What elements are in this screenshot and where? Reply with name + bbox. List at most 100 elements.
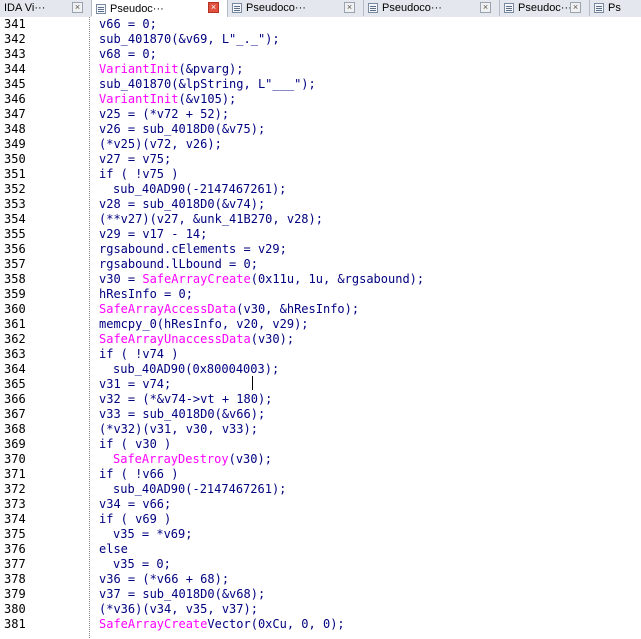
line-number: 366 — [4, 392, 26, 406]
code-line[interactable]: 361 memcpy_0(hResInfo, v20, v29); — [0, 317, 641, 332]
code-text: VariantInit(&pvarg); — [99, 62, 244, 76]
code-line[interactable]: 342 sub_401870(&v69, L"_._"); — [0, 32, 641, 47]
code-line[interactable]: 363 if ( !v74 ) — [0, 347, 641, 362]
code-line[interactable]: 368 (*v32)(v31, v30, v33); — [0, 422, 641, 437]
tab-pseudocode-1[interactable]: Pseudoc··· × — [92, 0, 228, 17]
pseudocode-icon — [96, 4, 106, 14]
code-line[interactable]: 345 sub_401870(&lpString, L"___"); — [0, 77, 641, 92]
code-line[interactable]: 376 else — [0, 542, 641, 557]
line-number: 367 — [4, 407, 26, 421]
code-line[interactable]: 360 SafeArrayAccessData(v30, &hResInfo); — [0, 302, 641, 317]
code-text: hResInfo = 0; — [99, 287, 193, 301]
code-text: (**v27)(v27, &unk_41B270, v28); — [99, 212, 323, 226]
line-number: 372 — [4, 482, 26, 496]
code-text: rgsabound.cElements = v29; — [99, 242, 287, 256]
code-text: v66 = 0; — [99, 17, 157, 31]
code-line[interactable]: 366 v32 = (*&v74->vt + 180); — [0, 392, 641, 407]
close-tab-icon[interactable]: × — [72, 2, 83, 13]
line-number: 368 — [4, 422, 26, 436]
line-number: 354 — [4, 212, 26, 226]
tab-pseudocode-3[interactable]: Pseudoco··· × — [364, 0, 500, 16]
code-text: v27 = v75; — [99, 152, 172, 166]
line-number: 359 — [4, 287, 26, 301]
code-line[interactable]: 351 if ( !v75 ) — [0, 167, 641, 182]
line-number: 343 — [4, 47, 26, 61]
code-text: sub_401870(&v69, L"_._"); — [99, 32, 280, 46]
code-line[interactable]: 378 v36 = (*v66 + 68); — [0, 572, 641, 587]
line-number: 381 — [4, 617, 26, 631]
code-line[interactable]: 358 v30 = SafeArrayCreate(0x11u, 1u, &rgs… — [0, 272, 641, 287]
code-line[interactable]: 380 (*v36)(v34, v35, v37); — [0, 602, 641, 617]
code-line[interactable]: 367 v33 = sub_4018D0(&v66); — [0, 407, 641, 422]
close-tab-icon[interactable]: × — [480, 2, 491, 13]
pseudocode-editor[interactable]: 341 v66 = 0; 342 sub_401870(&v69, L"_._"); 3… — [0, 17, 641, 639]
code-line[interactable]: 381 SafeArrayCreateVector(0xCu, 0, 0); — [0, 617, 641, 632]
code-text: if ( !v66 ) — [99, 467, 179, 481]
code-line[interactable]: 357 rgsabound.lLbound = 0; — [0, 257, 641, 272]
code-line[interactable]: 346 VariantInit(&v105); — [0, 92, 641, 107]
code-line[interactable]: 350 v27 = v75; — [0, 152, 641, 167]
code-line[interactable]: 370 SafeArrayDestroy(v30); — [0, 452, 641, 467]
code-line[interactable]: 375 v35 = *v69; — [0, 527, 641, 542]
tab-pseudocode-5[interactable]: Ps — [590, 0, 641, 16]
pseudocode-icon — [504, 3, 514, 13]
code-text: if ( v69 ) — [99, 512, 172, 526]
code-line[interactable]: 343 v68 = 0; — [0, 47, 641, 62]
line-number: 344 — [4, 62, 26, 76]
code-text: SafeArrayDestroy(v30); — [113, 452, 272, 466]
code-line[interactable]: 354 (**v27)(v27, &unk_41B270, v28); — [0, 212, 641, 227]
code-text: sub_40AD90(0x80004003); — [113, 362, 280, 376]
line-number: 358 — [4, 272, 26, 286]
code-line[interactable]: 348 v26 = sub_4018D0(&v75); — [0, 122, 641, 137]
code-line[interactable]: 369 if ( v30 ) — [0, 437, 641, 452]
code-text: v68 = 0; — [99, 47, 157, 61]
code-line[interactable]: 344 VariantInit(&pvarg); — [0, 62, 641, 77]
line-number: 345 — [4, 77, 26, 91]
line-number: 371 — [4, 467, 26, 481]
code-line[interactable]: 373 v34 = v66; — [0, 497, 641, 512]
close-tab-icon[interactable]: × — [208, 2, 219, 13]
line-number: 349 — [4, 137, 26, 151]
code-line[interactable]: 355 v29 = v17 - 14; — [0, 227, 641, 242]
line-number: 375 — [4, 527, 26, 541]
tab-pseudocode-2[interactable]: Pseudoco··· × — [228, 0, 364, 16]
code-text: else — [99, 542, 128, 556]
code-text: v29 = v17 - 14; — [99, 227, 208, 241]
line-number: 370 — [4, 452, 26, 466]
line-number: 348 — [4, 122, 26, 136]
tab-bar: IDA Vi··· × Pseudoc··· × Pseudoco··· × Pseudoc… — [0, 0, 641, 18]
line-number: 341 — [4, 17, 26, 31]
code-line[interactable]: 356 rgsabound.cElements = v29; — [0, 242, 641, 257]
close-tab-icon[interactable]: × — [344, 2, 355, 13]
code-line[interactable]: 353 v28 = sub_4018D0(&v74); — [0, 197, 641, 212]
code-line[interactable]: 379 v37 = sub_4018D0(&v68); — [0, 587, 641, 602]
code-text: (*v36)(v34, v35, v37); — [99, 602, 258, 616]
code-text: sub_40AD90(-2147467261); — [113, 182, 287, 196]
code-line[interactable]: 374 if ( v69 ) — [0, 512, 641, 527]
code-text: v25 = (*v72 + 52); — [99, 107, 230, 121]
code-text: v28 = sub_4018D0(&v74); — [99, 197, 266, 211]
code-line[interactable]: 341 v66 = 0; — [0, 17, 641, 32]
tab-ida-view[interactable]: IDA Vi··· × — [0, 0, 92, 16]
tab-label: Ps — [608, 2, 621, 14]
line-number: 373 — [4, 497, 26, 511]
code-line[interactable]: 349 (*v25)(v72, v26); — [0, 137, 641, 152]
code-line[interactable]: 365 v31 = v74; — [0, 377, 641, 392]
code-line[interactable]: 359 hResInfo = 0; — [0, 287, 641, 302]
line-number: 351 — [4, 167, 26, 181]
code-text: v34 = v66; — [99, 497, 172, 511]
code-text: sub_401870(&lpString, L"___"); — [99, 77, 316, 91]
line-number: 379 — [4, 587, 26, 601]
code-text: SafeArrayCreateVector(0xCu, 0, 0); — [99, 617, 345, 631]
code-text: v35 = *v69; — [113, 527, 193, 541]
code-line[interactable]: 372 sub_40AD90(-2147467261); — [0, 482, 641, 497]
code-line[interactable]: 364 sub_40AD90(0x80004003); — [0, 362, 641, 377]
close-tab-icon[interactable]: × — [570, 2, 581, 13]
code-line[interactable]: 371 if ( !v66 ) — [0, 467, 641, 482]
code-line[interactable]: 362 SafeArrayUnaccessData(v30); — [0, 332, 641, 347]
code-line[interactable]: 352 sub_40AD90(-2147467261); — [0, 182, 641, 197]
code-line[interactable]: 377 v35 = 0; — [0, 557, 641, 572]
line-number: 365 — [4, 377, 26, 391]
code-line[interactable]: 347 v25 = (*v72 + 52); — [0, 107, 641, 122]
tab-pseudocode-4[interactable]: Pseudoc··· × — [500, 0, 590, 16]
